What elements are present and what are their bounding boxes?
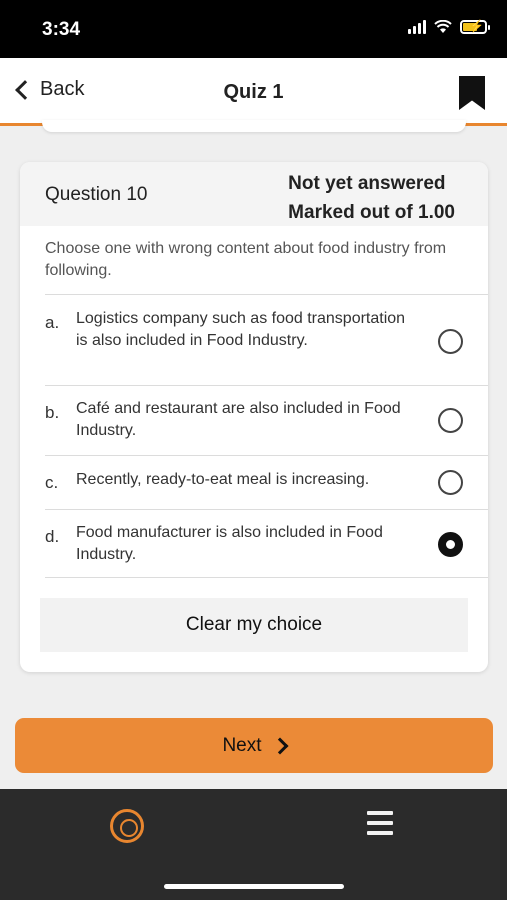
radio-d[interactable] <box>438 532 463 557</box>
question-card: Question 10 Not yet answered Marked out … <box>20 162 488 672</box>
answer-text: Food manufacturer is also included in Fo… <box>76 524 383 563</box>
answer-option-a[interactable]: a. Logistics company such as food transp… <box>45 294 488 385</box>
bookmark-icon[interactable] <box>459 76 485 110</box>
home-indicator <box>164 884 344 889</box>
answer-text: Recently, ready-to-eat meal is increasin… <box>76 471 370 488</box>
next-label: Next <box>222 734 262 756</box>
menu-icon[interactable] <box>367 811 393 835</box>
question-mark: Marked out of 1.00 <box>288 202 455 223</box>
nav-bar: Back Quiz 1 <box>0 58 507 126</box>
wifi-icon <box>434 20 452 33</box>
radio-b[interactable] <box>438 408 463 433</box>
status-bar: 3:34 ⚡ <box>0 0 507 58</box>
answer-letter: b. <box>45 403 60 422</box>
answer-option-b[interactable]: b. Café and restaurant are also included… <box>45 385 488 455</box>
answer-text: Café and restaurant are also included in… <box>76 400 401 439</box>
question-number: Question 10 <box>45 184 148 205</box>
question-header: Question 10 Not yet answered Marked out … <box>20 162 488 226</box>
question-state: Not yet answered Marked out of 1.00 <box>288 169 455 227</box>
clear-choice-button[interactable]: Clear my choice <box>40 598 468 652</box>
bottom-bar <box>0 789 507 900</box>
page-title: Quiz 1 <box>223 81 284 103</box>
radio-c[interactable] <box>438 470 463 495</box>
answer-option-d[interactable]: d. Food manufacturer is also included in… <box>45 509 488 578</box>
radio-a[interactable] <box>438 329 463 354</box>
signal-icon <box>408 20 426 34</box>
battery-charging-icon: ⚡ <box>460 19 490 34</box>
question-text: Choose one with wrong content about food… <box>45 240 447 279</box>
answer-letter: c. <box>45 473 59 492</box>
previous-card-edge <box>42 120 466 132</box>
status-time: 3:34 <box>42 19 81 40</box>
next-button[interactable]: Next <box>15 718 493 773</box>
answer-text: Logistics company such as food transport… <box>76 310 406 349</box>
answer-letter: d. <box>45 527 60 546</box>
next-chevron-icon <box>271 737 289 754</box>
logo-icon[interactable] <box>110 809 144 843</box>
question-status: Not yet answered <box>288 173 446 194</box>
status-icons: ⚡ <box>408 19 490 34</box>
answer-option-c[interactable]: c. Recently, ready-to-eat meal is increa… <box>45 455 488 509</box>
answer-letter: a. <box>45 313 60 332</box>
